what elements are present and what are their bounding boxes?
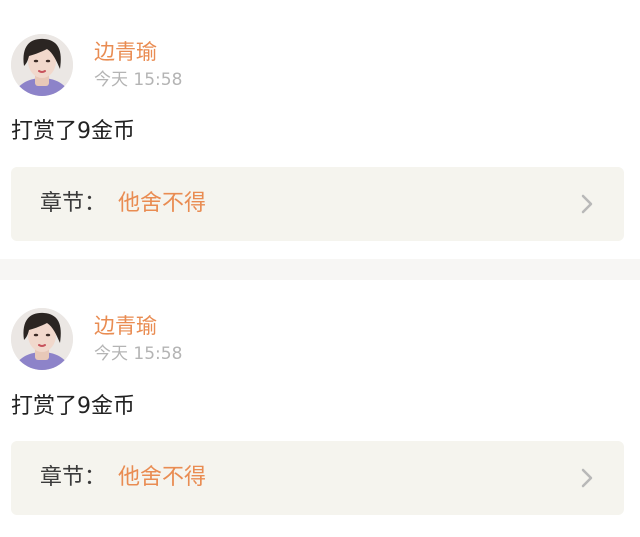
user-avatar[interactable] xyxy=(11,34,73,96)
reward-feed: 边青瑜 今天 15:58 打赏了9金币 章节： 他舍不得 边青瑜 今天 15:5… xyxy=(0,0,640,537)
avatar-icon xyxy=(11,34,73,96)
post-time: 今天 15:58 xyxy=(94,70,183,90)
chapter-name: 他舍不得 xyxy=(118,191,207,216)
user-name-link[interactable]: 边青瑜 xyxy=(94,312,157,340)
post-time: 今天 15:58 xyxy=(94,344,183,364)
feed-separator xyxy=(0,259,640,280)
reward-message: 打赏了9金币 xyxy=(11,394,135,419)
user-avatar[interactable] xyxy=(11,308,73,370)
chapter-link[interactable]: 章节： 他舍不得 xyxy=(11,167,624,241)
chapter-prefix-label: 章节： xyxy=(40,465,107,490)
user-name-link[interactable]: 边青瑜 xyxy=(94,38,157,66)
reward-message: 打赏了9金币 xyxy=(11,119,135,144)
chevron-right-icon xyxy=(581,468,593,488)
chapter-prefix-label: 章节： xyxy=(40,191,107,216)
chapter-link[interactable]: 章节： 他舍不得 xyxy=(11,441,624,515)
chapter-name: 他舍不得 xyxy=(118,465,207,490)
avatar-icon xyxy=(11,308,73,370)
reward-feed-item: 边青瑜 今天 15:58 打赏了9金币 章节： 他舍不得 xyxy=(0,0,640,259)
reward-feed-item: 边青瑜 今天 15:58 打赏了9金币 章节： 他舍不得 xyxy=(0,280,640,537)
chevron-right-icon xyxy=(581,194,593,214)
